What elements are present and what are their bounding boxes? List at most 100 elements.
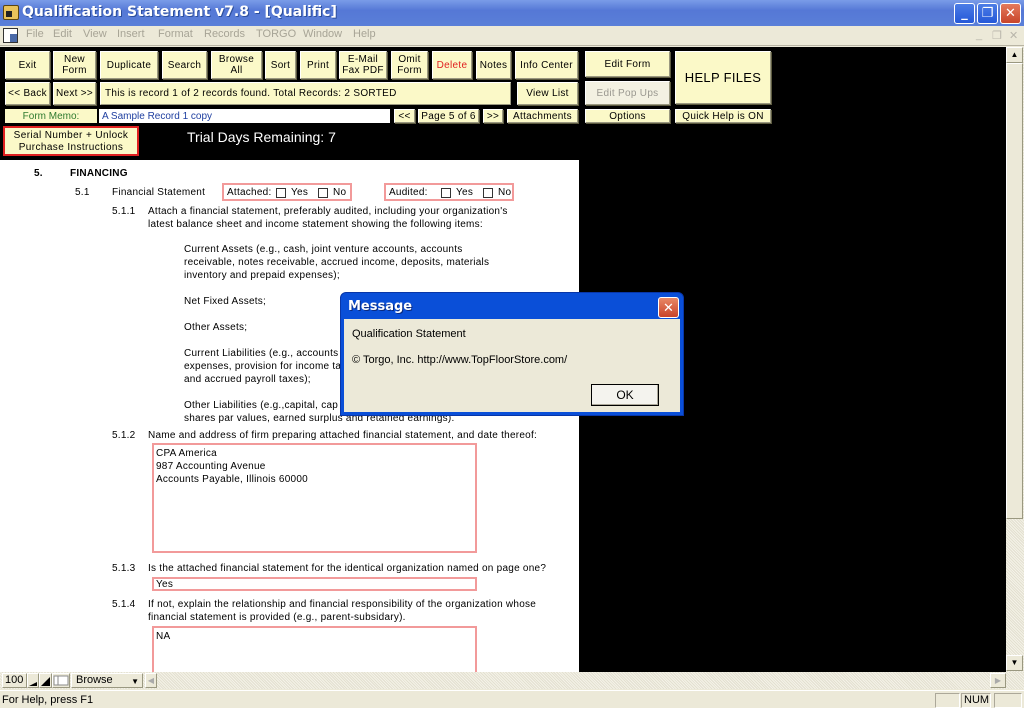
menu-file[interactable]: File (26, 28, 44, 40)
s51-number: 5.1 (75, 187, 90, 198)
menu-format[interactable]: Format (158, 28, 193, 40)
s51-label: Financial Statement (112, 187, 206, 198)
menu-edit[interactable]: Edit (53, 28, 72, 40)
s512-number: 5.1.2 (112, 430, 136, 441)
print-button[interactable]: Print (300, 51, 336, 79)
current-liabilities-line-2: expenses, provision for income ta (184, 361, 342, 372)
document-icon[interactable] (3, 28, 18, 43)
omit-form-button[interactable]: Omit Form (391, 51, 428, 79)
prev-page-button[interactable]: << (394, 109, 415, 123)
status-area-toggle-icon[interactable] (52, 673, 70, 688)
s513-text: Is the attached financial statement for … (148, 563, 547, 574)
options-button[interactable]: Options (585, 109, 670, 123)
search-button[interactable]: Search (162, 51, 207, 79)
title-bar: Qualification Statement v7.8 - [Qualific… (0, 0, 1024, 26)
audited-label: Audited: (389, 187, 428, 198)
identical-organization-field[interactable]: Yes (152, 577, 477, 591)
mode-select[interactable]: Browse ▼ (71, 673, 143, 688)
dialog-message-line-2: © Torgo, Inc. http://www.TopFloorStore.c… (352, 354, 568, 366)
attached-yes-label: Yes (291, 187, 309, 198)
s511-number: 5.1.1 (112, 206, 136, 217)
edit-form-button[interactable]: Edit Form (585, 51, 670, 77)
s512-text: Name and address of firm preparing attac… (148, 430, 538, 441)
scroll-right-button[interactable]: ▶ (990, 673, 1006, 688)
current-assets-line-2: receivable, notes receivable, accrued in… (184, 257, 490, 268)
menu-help[interactable]: Help (353, 28, 376, 40)
vertical-scrollbar[interactable]: ▲ ▼ (1006, 47, 1024, 672)
page-indicator[interactable]: Page 5 of 6 (418, 109, 479, 123)
s514-number: 5.1.4 (112, 599, 136, 610)
browse-all-button[interactable]: Browse All (211, 51, 262, 79)
sort-button[interactable]: Sort (265, 51, 296, 79)
window-title: Qualification Statement v7.8 - [Qualific… (22, 4, 337, 20)
chevron-down-icon: ▼ (131, 677, 139, 686)
attached-no-checkbox[interactable] (318, 188, 328, 198)
quick-help-toggle[interactable]: Quick Help is ON (675, 109, 771, 123)
s511-line-2: latest balance sheet and income statemen… (148, 219, 483, 230)
relationship-explanation-field[interactable]: NA (152, 626, 477, 672)
info-center-button[interactable]: Info Center (515, 51, 578, 79)
form-memo-label: Form Memo: (5, 109, 97, 123)
mdi-restore-button[interactable]: ❐ (992, 29, 1002, 42)
status-panel-caps (935, 693, 960, 708)
back-button[interactable]: << Back (5, 82, 50, 105)
audited-yes-checkbox[interactable] (441, 188, 451, 198)
scroll-up-button[interactable]: ▲ (1006, 47, 1023, 63)
new-form-button[interactable]: New Form (53, 51, 96, 79)
attached-no-label: No (333, 187, 347, 198)
bottom-bar: 100 Browse ▼ ◀ ▶ (0, 672, 1024, 689)
serial-line-1: Serial Number + Unlock (13, 130, 129, 141)
next-page-button[interactable]: >> (483, 109, 503, 123)
ok-button[interactable]: OK (591, 384, 659, 406)
menu-bar: File Edit View Insert Format Records TOR… (0, 26, 1024, 46)
section-number: 5. (34, 168, 43, 179)
audited-no-label: No (498, 187, 512, 198)
menu-records[interactable]: Records (204, 28, 245, 40)
status-panel-num: NUM (961, 693, 991, 708)
app-icon[interactable] (3, 5, 19, 20)
close-button[interactable]: ✕ (1000, 3, 1021, 24)
scroll-left-button[interactable]: ◀ (145, 673, 157, 688)
minimize-button[interactable]: _ (954, 3, 975, 24)
zoom-level[interactable]: 100 (2, 673, 27, 688)
help-files-button[interactable]: HELP FILES (675, 51, 771, 104)
attached-label: Attached: (227, 187, 272, 198)
menu-view[interactable]: View (83, 28, 107, 40)
dialog-message-line-1: Qualification Statement (352, 328, 466, 340)
preparer-address-field[interactable]: CPA America 987 Accounting Avenue Accoun… (152, 443, 477, 553)
audited-group: Audited: Yes No (384, 183, 514, 201)
mode-value: Browse (76, 674, 113, 686)
duplicate-button[interactable]: Duplicate (100, 51, 158, 79)
attachments-button[interactable]: Attachments (507, 109, 578, 123)
email-fax-pdf-button[interactable]: E-Mail Fax PDF (339, 51, 387, 79)
menu-insert[interactable]: Insert (117, 28, 145, 40)
scroll-down-button[interactable]: ▼ (1006, 655, 1023, 671)
notes-button[interactable]: Notes (476, 51, 511, 79)
audited-yes-label: Yes (456, 187, 474, 198)
view-list-button[interactable]: View List (517, 82, 578, 105)
mdi-minimize-button[interactable]: _ (976, 29, 982, 41)
dialog-title: Message (348, 299, 413, 314)
serial-unlock-button[interactable]: Serial Number + Unlock Purchase Instruct… (3, 126, 139, 156)
form-memo-field[interactable]: A Sample Record 1 copy (99, 109, 390, 123)
vertical-scroll-thumb[interactable] (1006, 63, 1023, 519)
menu-torgo[interactable]: TORGO (256, 28, 296, 40)
zoom-in-icon[interactable] (39, 673, 52, 688)
edit-pop-ups-button[interactable]: Edit Pop Ups (585, 81, 670, 105)
net-fixed-assets: Net Fixed Assets; (184, 296, 267, 307)
other-liabilities-line-1: Other Liabilities (e.g.,capital, cap (184, 400, 339, 411)
current-liabilities-line-3: and accrued payroll taxes); (184, 374, 311, 385)
delete-button[interactable]: Delete (432, 51, 472, 79)
message-dialog: Message ✕ Qualification Statement © Torg… (340, 292, 684, 416)
mdi-close-button[interactable]: ✕ (1009, 29, 1018, 42)
attached-yes-checkbox[interactable] (276, 188, 286, 198)
menu-window[interactable]: Window (303, 28, 342, 40)
exit-button[interactable]: Exit (5, 51, 50, 79)
zoom-out-icon[interactable] (27, 673, 39, 688)
section-title: FINANCING (70, 168, 128, 179)
next-button[interactable]: Next >> (53, 82, 96, 105)
audited-no-checkbox[interactable] (483, 188, 493, 198)
dialog-close-button[interactable]: ✕ (658, 297, 679, 318)
s514-line-1: If not, explain the relationship and fin… (148, 599, 537, 610)
restore-button[interactable]: ❐ (977, 3, 998, 24)
